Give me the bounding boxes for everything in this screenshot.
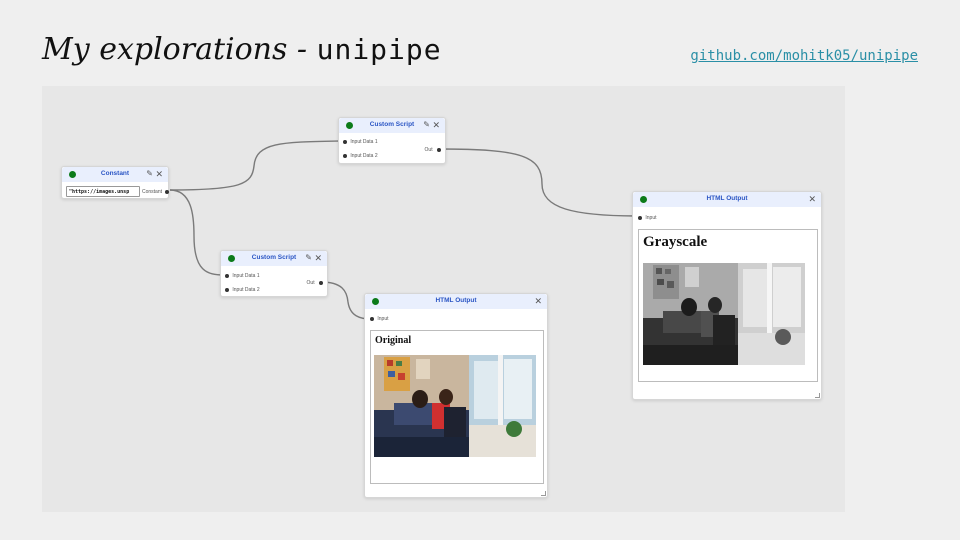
slide-title-text: My explorations -	[42, 32, 317, 67]
input-port-1[interactable]: Input Data 1	[343, 139, 378, 145]
close-icon[interactable]: ✕	[314, 253, 322, 263]
port-connector[interactable]	[437, 148, 441, 152]
close-icon[interactable]: ✕	[808, 194, 816, 204]
node-header: Custom Script ✎ ✕	[221, 251, 327, 266]
port-connector[interactable]	[343, 154, 347, 158]
port-label: Input	[377, 316, 389, 322]
resize-handle[interactable]	[815, 393, 820, 398]
output-port[interactable]: Out	[307, 280, 323, 286]
close-icon[interactable]: ✕	[155, 169, 163, 179]
custom-script-node-top[interactable]: Custom Script ✎ ✕ Input Data 1 Input Dat…	[338, 117, 446, 164]
port-label: Input Data 1	[350, 139, 378, 145]
resize-handle[interactable]	[541, 491, 546, 496]
port-label: Out	[424, 147, 433, 153]
repo-link[interactable]: github.com/mohitk05/unipipe	[690, 48, 918, 64]
input-port[interactable]: Input	[370, 316, 389, 322]
port-connector[interactable]	[165, 190, 170, 194]
port-label: Constant	[142, 189, 163, 195]
constant-node[interactable]: Constant ✎ ✕ "https://images.unsp Consta…	[61, 166, 170, 199]
port-label: Input Data 1	[232, 273, 260, 279]
node-title: HTML Output	[706, 195, 748, 202]
port-label: Input	[645, 215, 657, 221]
close-icon[interactable]: ✕	[534, 296, 542, 306]
constant-value-input[interactable]: "https://images.unsp	[66, 186, 140, 197]
close-icon[interactable]: ✕	[432, 120, 440, 130]
html-preview-frame: Grayscale	[638, 229, 818, 382]
wire-constant-to-script-top	[169, 140, 341, 191]
port-label: Input Data 2	[232, 287, 260, 293]
slide-title-project: unipipe	[316, 33, 442, 66]
node-title: HTML Output	[435, 297, 477, 304]
html-output-node-original[interactable]: HTML Output ✕ Input Original	[364, 293, 548, 498]
node-header: HTML Output ✕	[365, 294, 547, 309]
photo-grayscale-graphic	[643, 263, 805, 365]
html-output-node-grayscale[interactable]: HTML Output ✕ Input Grayscale	[632, 191, 822, 400]
grayscale-photo	[643, 263, 805, 365]
port-connector[interactable]	[225, 288, 229, 292]
output-port[interactable]: Constant	[142, 189, 170, 195]
port-connector[interactable]	[343, 140, 347, 144]
node-header: Constant ✎ ✕	[62, 167, 168, 182]
pencil-icon[interactable]: ✎	[146, 169, 153, 179]
preview-heading: Original	[375, 335, 412, 346]
port-label: Input Data 2	[350, 153, 378, 159]
node-header: HTML Output ✕	[633, 192, 821, 207]
input-port-1[interactable]: Input Data 1	[225, 273, 260, 279]
port-connector[interactable]	[319, 281, 323, 285]
preview-heading: Grayscale	[643, 234, 708, 250]
graph-canvas[interactable]: Constant ✎ ✕ "https://images.unsp Consta…	[42, 86, 845, 512]
port-connector[interactable]	[370, 317, 374, 321]
input-port-2[interactable]: Input Data 2	[343, 153, 378, 159]
wire-script-top-to-grayscale	[438, 148, 640, 217]
html-preview-frame: Original	[370, 330, 544, 484]
input-port-2[interactable]: Input Data 2	[225, 287, 260, 293]
port-label: Out	[306, 280, 315, 286]
input-port[interactable]: Input	[638, 215, 657, 221]
output-port[interactable]: Out	[425, 147, 441, 153]
slide-title: My explorations - unipipe	[42, 32, 442, 67]
node-header: Custom Script ✎ ✕	[339, 118, 445, 133]
port-connector[interactable]	[638, 216, 642, 220]
pencil-icon[interactable]: ✎	[305, 253, 312, 263]
custom-script-node-bottom[interactable]: Custom Script ✎ ✕ Input Data 1 Input Dat…	[220, 250, 328, 297]
pencil-icon[interactable]: ✎	[423, 120, 430, 130]
port-connector[interactable]	[225, 274, 229, 278]
photo-color-graphic	[374, 355, 536, 457]
wire-constant-to-script-bottom	[169, 189, 225, 276]
original-photo	[374, 355, 536, 457]
